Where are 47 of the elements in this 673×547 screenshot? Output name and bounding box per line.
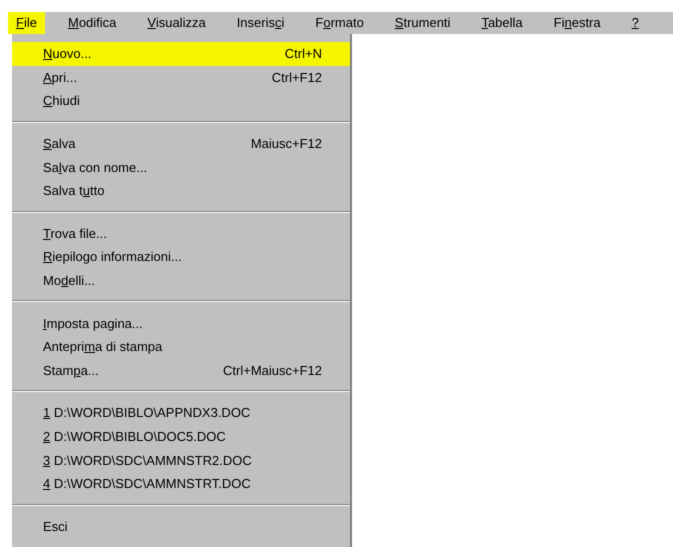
menu-item[interactable]: Salva con nome... [12,155,350,179]
menu-item[interactable]: Anteprima di stampa [12,334,350,359]
menu-item-label: Chiudi [43,93,80,108]
menu-item-label: Stampa... [43,362,99,378]
menu-item[interactable]: Chiudi [12,89,350,113]
menu-item[interactable]: Nuovo... Ctrl+N [12,42,350,66]
menu-item-label: Esci [43,518,68,534]
shortcut-label: Ctrl+Maiusc+F12 [223,362,322,378]
menu-bar-item[interactable]: File [8,12,45,34]
shortcut-label: Ctrl+N [284,46,322,62]
menu-item-label: Trova file... [43,226,107,241]
menu-item-label: Modelli... [43,273,96,288]
menu-bar-item[interactable]: ? [624,12,647,34]
menu-item[interactable]: Apri... Ctrl+F12 [12,66,350,90]
menu-bar-item[interactable]: Tabella [473,12,531,34]
menu-item-label: Apri... [43,70,77,85]
menu-item-label: 1 D:\WORD\BIBLO\APPNDX3.DOC [43,405,250,420]
menu-bar-item[interactable]: Inserisci [228,12,292,34]
shortcut-label: Ctrl+F12 [272,70,322,85]
menu-item[interactable]: Salva Maiusc+F12 [12,132,350,156]
menu-item[interactable]: 3 D:\WORD\SDC\AMMNSTR2.DOC [12,448,350,472]
menu-item-label: Salva tutto [43,183,104,198]
menu-item[interactable]: 4 D:\WORD\SDC\AMMNSTRT.DOC [12,472,350,496]
menu-item-label: Anteprima di stampa [43,339,162,354]
menu-item-label: 2 D:\WORD\BIBLO\DOC5.DOC [43,429,226,444]
menu-bar-item[interactable]: Formato [307,12,372,34]
menu-item[interactable]: Imposta pagina... [12,311,350,335]
menu-item-label: Salva con nome... [43,160,148,175]
menu-item[interactable]: Trova file... [12,222,350,246]
menu-item-label: Imposta pagina... [43,316,143,331]
menu-item-label: Nuovo... [43,46,92,62]
menu-item[interactable]: Riepilogo informazioni... [12,245,350,269]
menu-bar-item[interactable]: Finestra [546,12,609,34]
menu-item-label: Salva [43,136,76,152]
menu-item[interactable]: Esci [12,514,350,538]
menu-item-label: 3 D:\WORD\SDC\AMMNSTR2.DOC [43,452,252,468]
menu-item[interactable]: 2 D:\WORD\BIBLO\DOC5.DOC [12,424,350,448]
menu-bar-item[interactable]: Modifica [60,12,124,34]
menu-item-label: 4 D:\WORD\SDC\AMMNSTRT.DOC [43,476,251,492]
menu-bar-item[interactable]: Strumenti [386,12,458,34]
menu-item-label: Riepilogo informazioni... [43,249,182,264]
menu-item[interactable]: Modelli... [12,268,350,292]
menu-item[interactable]: 1 D:\WORD\BIBLO\APPNDX3.DOC [12,401,350,425]
menu-item[interactable]: Stampa... Ctrl+Maiusc+F12 [12,358,350,382]
shortcut-label: Maiusc+F12 [250,136,322,152]
menu-item[interactable]: Salva tutto [12,178,350,203]
menu-bar-item[interactable]: Visualizza [139,12,214,34]
